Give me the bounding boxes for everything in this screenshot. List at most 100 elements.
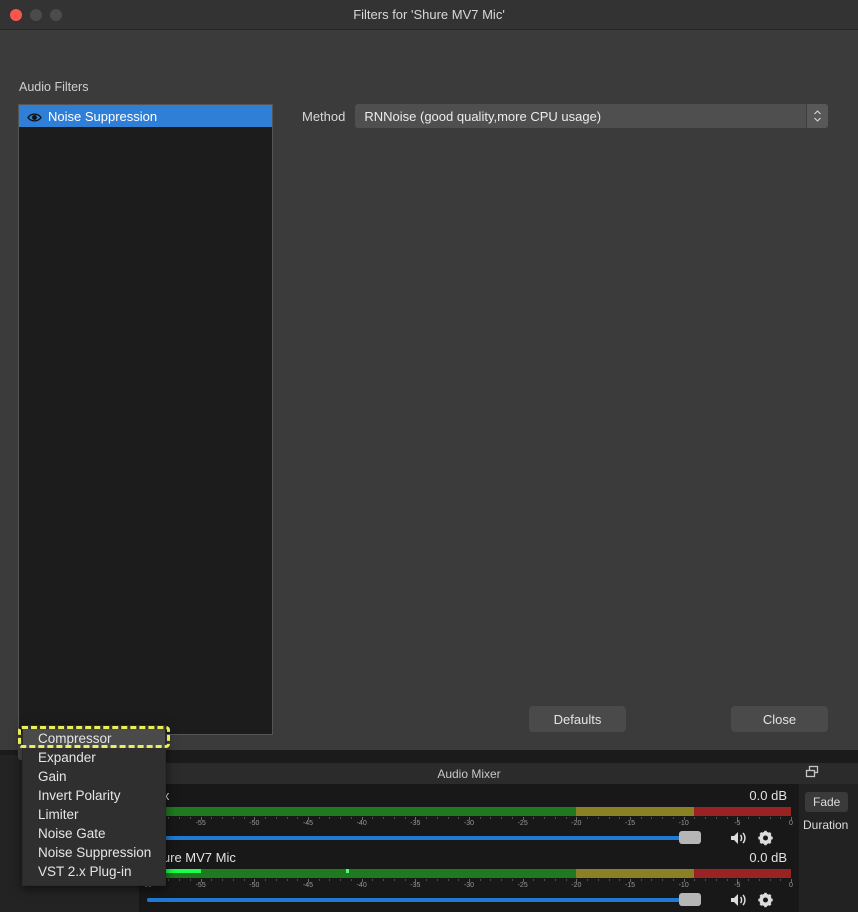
meter-tick — [511, 817, 513, 819]
filter-menu-item[interactable]: Expander — [23, 748, 165, 767]
meter-tick — [758, 879, 760, 881]
transition-dock-header — [799, 763, 858, 784]
add-filter-menu[interactable]: Compressor Expander Gain Invert Polarity Lim… — [22, 725, 166, 886]
defaults-button[interactable]: Defaults — [529, 706, 626, 732]
volume-slider[interactable] — [147, 893, 701, 906]
meter-tick — [189, 879, 191, 881]
combobox-arrows[interactable] — [806, 104, 828, 128]
meter-tick — [640, 817, 642, 819]
fade-button[interactable]: Fade — [805, 792, 849, 812]
volume-slider[interactable] — [147, 831, 701, 844]
meter-tick — [436, 879, 438, 881]
meter-tick — [640, 879, 642, 881]
filter-menu-item[interactable]: Compressor — [23, 729, 165, 748]
meter-tick-label: -35 — [410, 820, 421, 827]
speaker-icon[interactable] — [729, 830, 749, 846]
meter-tick — [297, 879, 299, 881]
meter-tick — [662, 879, 664, 881]
meter-tick — [726, 879, 728, 881]
dialog-buttons: Defaults Close — [529, 706, 828, 732]
filter-menu-item-label: Invert Polarity — [38, 788, 121, 803]
meter-tick — [715, 879, 717, 881]
filter-menu-item[interactable]: Noise Suppression — [23, 843, 165, 862]
filter-menu-item-label: Gain — [38, 769, 67, 784]
speaker-icon[interactable] — [729, 892, 749, 908]
meter-tick — [436, 817, 438, 819]
audio-mixer-title: Audio Mixer — [437, 766, 501, 781]
meter-tick — [587, 817, 589, 819]
meter-tick-label: -25 — [517, 882, 528, 889]
meter-tick — [383, 879, 385, 881]
meter-tick — [544, 817, 546, 819]
dialog-title: Filters for 'Shure MV7 Mic' — [353, 7, 505, 22]
audio-mixer-tracks: Aux0.0 dB-60-55-50-45-40-35-30-25-20-15-… — [139, 784, 799, 908]
meter-tick — [329, 879, 331, 881]
meter-tick — [275, 817, 277, 819]
meter-tick — [587, 879, 589, 881]
meter-tick-label: -5 — [734, 882, 741, 889]
filter-menu-item-label: Limiter — [38, 807, 79, 822]
meter-tick — [694, 817, 696, 819]
meter-tick — [189, 817, 191, 819]
gear-icon[interactable] — [757, 830, 775, 846]
meter-tick — [404, 879, 406, 881]
meter-tick-label: -45 — [302, 882, 314, 889]
meter-tick-label: -15 — [624, 882, 636, 889]
filter-menu-item-label: Compressor — [38, 731, 112, 746]
meter-background — [147, 869, 791, 878]
filter-menu-item-label: Noise Gate — [38, 826, 106, 841]
filter-list-item[interactable]: Noise Suppression — [19, 105, 272, 127]
meter-scale: -60-55-50-45-40-35-30-25-20-15-10-50 — [142, 817, 793, 829]
filter-menu-item[interactable]: Limiter — [23, 805, 165, 824]
filter-menu-item[interactable]: VST 2.x Plug-in — [23, 862, 165, 881]
filter-menu-item[interactable]: Invert Polarity — [23, 786, 165, 805]
detach-panel-icon[interactable] — [805, 765, 820, 782]
meter-tick — [554, 879, 556, 881]
meter-tick — [501, 817, 503, 819]
meter-tick — [211, 879, 213, 881]
meter-tick — [340, 817, 342, 819]
filters-list[interactable]: Noise Suppression — [18, 104, 273, 735]
close-button[interactable]: Close — [731, 706, 828, 732]
volume-slider-handle[interactable] — [679, 831, 701, 844]
meter-tick — [694, 879, 696, 881]
meter-tick — [297, 817, 299, 819]
meter-tick — [780, 817, 782, 819]
close-window-button[interactable] — [10, 9, 22, 21]
audio-mixer-dock: Audio Mixer Aux0.0 dB-60-55-50-45-40-35-… — [139, 763, 799, 912]
filter-menu-item[interactable]: Gain — [23, 767, 165, 786]
meter-tick-label: -15 — [624, 820, 636, 827]
meter-tick — [748, 879, 750, 881]
meter-tick — [554, 817, 556, 819]
maximize-window-button[interactable] — [50, 9, 62, 21]
filter-menu-item-label: Expander — [38, 750, 96, 765]
meter-tick — [458, 817, 460, 819]
method-combobox[interactable]: RNNoise (good quality,more CPU usage) — [355, 104, 828, 128]
meter-tick — [286, 879, 288, 881]
gear-icon[interactable] — [757, 892, 775, 908]
filter-menu-item[interactable]: Noise Gate — [23, 824, 165, 843]
meter-tick — [651, 879, 653, 881]
meter-tick-label: -20 — [571, 820, 582, 827]
meter-tick — [350, 879, 352, 881]
volume-slider-handle[interactable] — [679, 893, 701, 906]
meter-tick — [533, 817, 535, 819]
dialog-titlebar: Filters for 'Shure MV7 Mic' — [0, 0, 858, 30]
meter-tick — [544, 879, 546, 881]
meter-tick — [511, 879, 513, 881]
meter-tick — [726, 817, 728, 819]
eye-icon[interactable] — [27, 111, 42, 122]
meter-tick — [211, 817, 213, 819]
mixer-track-controls — [147, 830, 791, 846]
meter-peak-marker — [345, 869, 349, 873]
minimize-window-button[interactable] — [30, 9, 42, 21]
meter-tick — [372, 879, 374, 881]
method-label: Method — [302, 108, 346, 124]
meter-tick — [168, 817, 170, 819]
filter-menu-item-label: VST 2.x Plug-in — [38, 864, 132, 879]
meter-tick-label: -40 — [356, 882, 367, 889]
meter-tick — [404, 817, 406, 819]
meter-tick-label: -40 — [356, 820, 367, 827]
meter-tick — [597, 817, 599, 819]
meter-tick — [769, 879, 771, 881]
